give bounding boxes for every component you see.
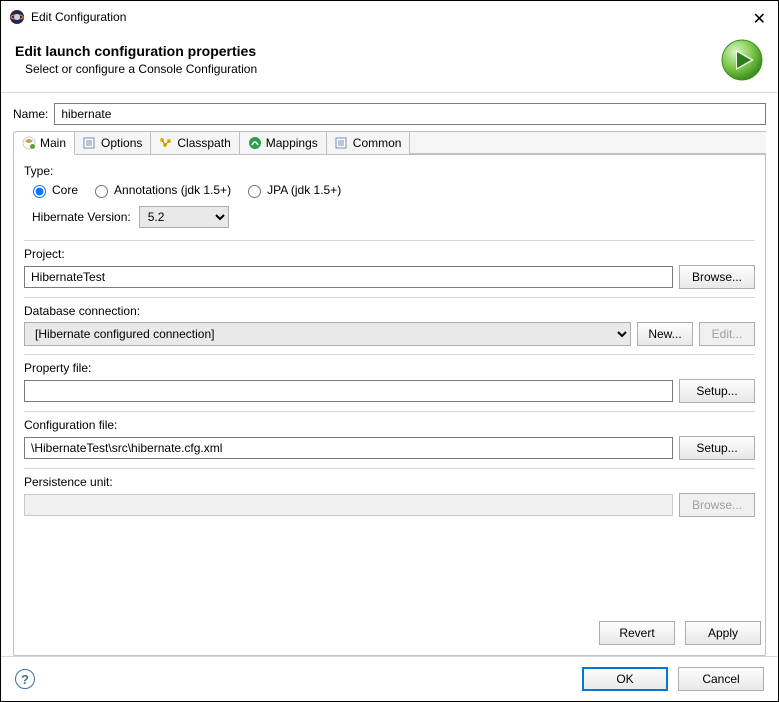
header-title: Edit launch configuration properties — [15, 43, 720, 59]
property-file-setup-button[interactable]: Setup... — [679, 379, 755, 403]
type-radio-group: Core Annotations (jdk 1.5+) JPA (jdk 1.5… — [28, 182, 755, 198]
close-icon[interactable]: ✕ — [753, 9, 766, 29]
tabstrip: Main Options Classpath — [13, 131, 766, 155]
common-icon — [335, 136, 349, 150]
mappings-icon — [248, 136, 262, 150]
configuration-file-setup-button[interactable]: Setup... — [679, 436, 755, 460]
configuration-file-label: Configuration file: — [24, 418, 755, 432]
radio-jpa[interactable]: JPA (jdk 1.5+) — [243, 182, 341, 198]
db-connection-select[interactable]: [Hibernate configured connection] — [24, 322, 631, 346]
run-icon — [720, 38, 764, 82]
tab-main-content: Type: Core Annotations (jdk 1.5+) JPA (j… — [14, 156, 765, 611]
separator — [24, 240, 755, 241]
options-icon — [83, 136, 97, 150]
persistence-unit-browse-button: Browse... — [679, 493, 755, 517]
project-input[interactable] — [24, 266, 673, 288]
dialog-footer: ? OK Cancel — [1, 656, 778, 701]
tab-mappings[interactable]: Mappings — [240, 131, 327, 154]
db-new-button[interactable]: New... — [637, 322, 693, 346]
property-file-label: Property file: — [24, 361, 755, 375]
radio-annotations[interactable]: Annotations (jdk 1.5+) — [90, 182, 231, 198]
cancel-button[interactable]: Cancel — [678, 667, 764, 691]
project-label: Project: — [24, 247, 755, 261]
classpath-icon — [159, 136, 173, 150]
persistence-unit-label: Persistence unit: — [24, 475, 755, 489]
name-label: Name: — [13, 107, 48, 121]
tab-classpath[interactable]: Classpath — [151, 131, 239, 154]
property-file-input[interactable] — [24, 380, 673, 402]
type-label: Type: — [24, 164, 755, 178]
persistence-unit-input — [24, 494, 673, 516]
radio-core[interactable]: Core — [28, 182, 78, 198]
help-icon[interactable]: ? — [15, 669, 35, 689]
window-title: Edit Configuration — [31, 10, 126, 24]
dialog-header: Edit launch configuration properties Sel… — [1, 33, 778, 93]
hibernate-version-select[interactable]: 5.2 — [139, 206, 229, 228]
revert-apply-bar: Revert Apply — [14, 611, 765, 655]
header-subtitle: Select or configure a Console Configurat… — [15, 62, 720, 76]
name-input[interactable] — [54, 103, 766, 125]
tab-common[interactable]: Common — [327, 131, 411, 154]
revert-button[interactable]: Revert — [599, 621, 675, 645]
configuration-file-input[interactable] — [24, 437, 673, 459]
db-connection-label: Database connection: — [24, 304, 755, 318]
ok-button[interactable]: OK — [582, 667, 668, 691]
titlebar: Edit Configuration ✕ — [1, 1, 778, 33]
tab-options[interactable]: Options — [75, 131, 151, 154]
hibernate-version-label: Hibernate Version: — [32, 210, 131, 224]
edit-configuration-dialog: Edit Configuration ✕ Edit launch configu… — [0, 0, 779, 702]
apply-button[interactable]: Apply — [685, 621, 761, 645]
tab-folder: Main Options Classpath — [13, 131, 766, 656]
db-edit-button: Edit... — [699, 322, 755, 346]
tab-main[interactable]: Main — [13, 131, 75, 155]
eclipse-icon — [9, 9, 25, 25]
hibernate-icon — [22, 136, 36, 150]
project-browse-button[interactable]: Browse... — [679, 265, 755, 289]
